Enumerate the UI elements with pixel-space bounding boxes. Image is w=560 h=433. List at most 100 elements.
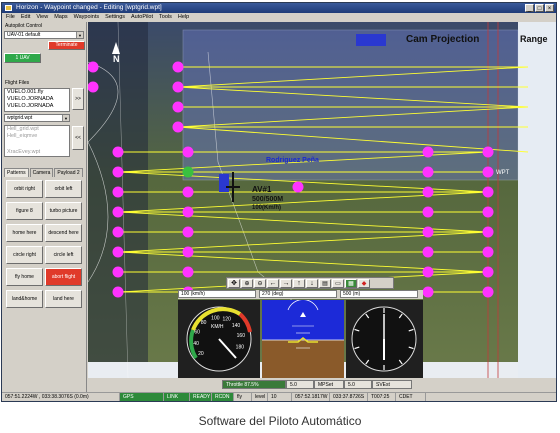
heading-setpoint[interactable]: 270 (deg) <box>259 290 337 298</box>
waypoint-marker[interactable] <box>172 81 184 93</box>
menu-file[interactable]: File <box>6 13 15 22</box>
uav-button[interactable]: 1 UAV <box>4 53 41 63</box>
chevron-down-icon: ▼ <box>62 115 69 121</box>
tab-patterns[interactable]: Patterns <box>4 168 29 177</box>
waypoint-marker[interactable] <box>482 166 494 178</box>
waypoint-marker[interactable] <box>482 246 494 258</box>
zoom-in-icon[interactable]: ⊕ <box>241 279 253 288</box>
descend-here-button[interactable]: descend here <box>45 224 82 242</box>
circle-left-button[interactable]: circle left <box>45 246 82 264</box>
figure-8-button[interactable]: figure 8 <box>6 202 43 220</box>
speed-setpoint[interactable]: 100 (km/h) <box>178 290 256 298</box>
waypoint-marker[interactable] <box>112 166 124 178</box>
menu-view[interactable]: View <box>36 13 48 22</box>
waypoint-marker[interactable] <box>422 286 434 298</box>
list-item[interactable]: VUELO.JORNADA <box>7 103 69 110</box>
list-item[interactable]: Hell_grid.wpt <box>7 126 69 133</box>
wpt-select[interactable]: wptgrid.wpt ▼ <box>4 114 70 122</box>
turbo-picture-button[interactable]: turbo picture <box>45 202 82 220</box>
altitude-setpoint[interactable]: 500 (m) <box>340 290 418 298</box>
map-icon[interactable]: ▦ <box>345 279 357 288</box>
flight-files-list[interactable]: VUELO.001.fly VUELO.JORNADA VUELO.JORNAD… <box>4 88 70 112</box>
waypoint-marker[interactable] <box>422 226 434 238</box>
menu-help[interactable]: Help <box>178 13 189 22</box>
arrow-right-icon[interactable]: → <box>280 279 292 288</box>
menu-autopilot[interactable]: AutoPilot <box>131 13 153 22</box>
waypoint-marker[interactable] <box>182 246 194 258</box>
circle-right-button[interactable]: circle right <box>6 246 43 264</box>
throttle-readout: Throttle 87.5% <box>222 380 286 389</box>
waypoint-marker[interactable] <box>182 226 194 238</box>
tab-payload[interactable]: Payload 2 <box>54 168 83 177</box>
waypoint-marker[interactable] <box>422 206 434 218</box>
waypoint-marker[interactable] <box>182 206 194 218</box>
waypoint-marker[interactable] <box>482 266 494 278</box>
waypoint-marker[interactable] <box>482 146 494 158</box>
pan-icon[interactable]: ✥ <box>228 279 240 288</box>
stop-icon[interactable]: ◆ <box>358 279 370 288</box>
waypoint-marker[interactable] <box>482 206 494 218</box>
menu-edit[interactable]: Edit <box>21 13 30 22</box>
list-item[interactable]: VUELO.JORNADA <box>7 96 69 103</box>
menu-settings[interactable]: Settings <box>105 13 125 22</box>
waypoint-marker[interactable] <box>422 146 434 158</box>
waypoint-marker[interactable] <box>88 81 99 93</box>
waypoint-marker[interactable] <box>182 186 194 198</box>
list-item[interactable]: Hell_eiqmve <box>7 133 69 140</box>
waypoint-marker[interactable] <box>112 246 124 258</box>
abort-flight-button[interactable]: abort flight <box>45 268 82 286</box>
land-and-home-button[interactable]: land&home <box>6 290 43 308</box>
waypoint-marker[interactable] <box>172 121 184 133</box>
waypoint-marker[interactable] <box>172 101 184 113</box>
orbit-right-button[interactable]: orbit right <box>6 180 43 198</box>
waypoint-marker[interactable] <box>482 286 494 298</box>
list-item[interactable]: VUELO.001.fly <box>7 89 69 96</box>
zoom-out-icon[interactable]: ⊖ <box>254 279 266 288</box>
prev-button[interactable]: << <box>72 126 84 150</box>
waypoint-marker[interactable] <box>422 186 434 198</box>
orbit-left-button[interactable]: orbit left <box>45 180 82 198</box>
waypoint-set-list[interactable]: Hell_grid.wpt Hell_eiqmve XracEvey.wpt <box>4 125 70 157</box>
home-here-button[interactable]: home here <box>6 224 43 242</box>
arrow-up-icon[interactable]: ↑ <box>293 279 305 288</box>
autopilot-select[interactable]: UAV-01 default ▼ <box>4 31 84 39</box>
waypoint-marker[interactable] <box>112 286 124 298</box>
waypoint-marker[interactable] <box>182 166 194 178</box>
waypoint-marker[interactable] <box>182 266 194 278</box>
waypoint-marker[interactable] <box>112 266 124 278</box>
arrow-down-icon[interactable]: ↓ <box>306 279 318 288</box>
minimize-button[interactable]: _ <box>525 4 534 12</box>
waypoint-marker[interactable] <box>112 146 124 158</box>
waypoint-marker[interactable] <box>182 146 194 158</box>
waypoint-marker[interactable] <box>172 61 184 73</box>
fly-home-button[interactable]: fly home <box>6 268 43 286</box>
waypoint-marker[interactable] <box>422 246 434 258</box>
airspeed-tick-label: 80 <box>201 320 207 326</box>
close-button[interactable]: × <box>545 4 554 12</box>
terminate-button[interactable]: Terminate <box>48 41 85 50</box>
waypoint-marker[interactable] <box>422 266 434 278</box>
maximize-button[interactable]: □ <box>535 4 544 12</box>
waypoint-marker[interactable] <box>112 186 124 198</box>
waypoint-marker[interactable] <box>88 61 99 73</box>
waypoint-marker[interactable] <box>112 206 124 218</box>
waypoint-marker[interactable] <box>482 186 494 198</box>
land-here-button[interactable]: land here <box>45 290 82 308</box>
list-item[interactable]: XracEvey.wpt <box>7 149 69 156</box>
status-cell: LINK <box>164 393 190 401</box>
menu-tools[interactable]: Tools <box>159 13 172 22</box>
waypoint-marker[interactable] <box>482 226 494 238</box>
menu-maps[interactable]: Maps <box>54 13 67 22</box>
layers-icon[interactable]: ▤ <box>319 279 331 288</box>
tab-camera[interactable]: Camera <box>29 168 54 177</box>
map-view[interactable]: N Cam Projection Range Rodriguez Peña AV… <box>88 22 556 378</box>
waypoint-marker[interactable] <box>292 181 304 193</box>
waypoint-marker[interactable] <box>422 166 434 178</box>
arrow-left-icon[interactable]: ← <box>267 279 279 288</box>
menu-waypoints[interactable]: Waypoints <box>74 13 99 22</box>
clear-icon[interactable]: ▭ <box>332 279 344 288</box>
waypoint-marker[interactable] <box>112 226 124 238</box>
throttle-bar: Throttle 87.5% 5.0 MPSet 5.0 SVEst <box>222 380 412 389</box>
app-icon <box>5 5 12 11</box>
next-button[interactable]: >> <box>72 88 84 110</box>
